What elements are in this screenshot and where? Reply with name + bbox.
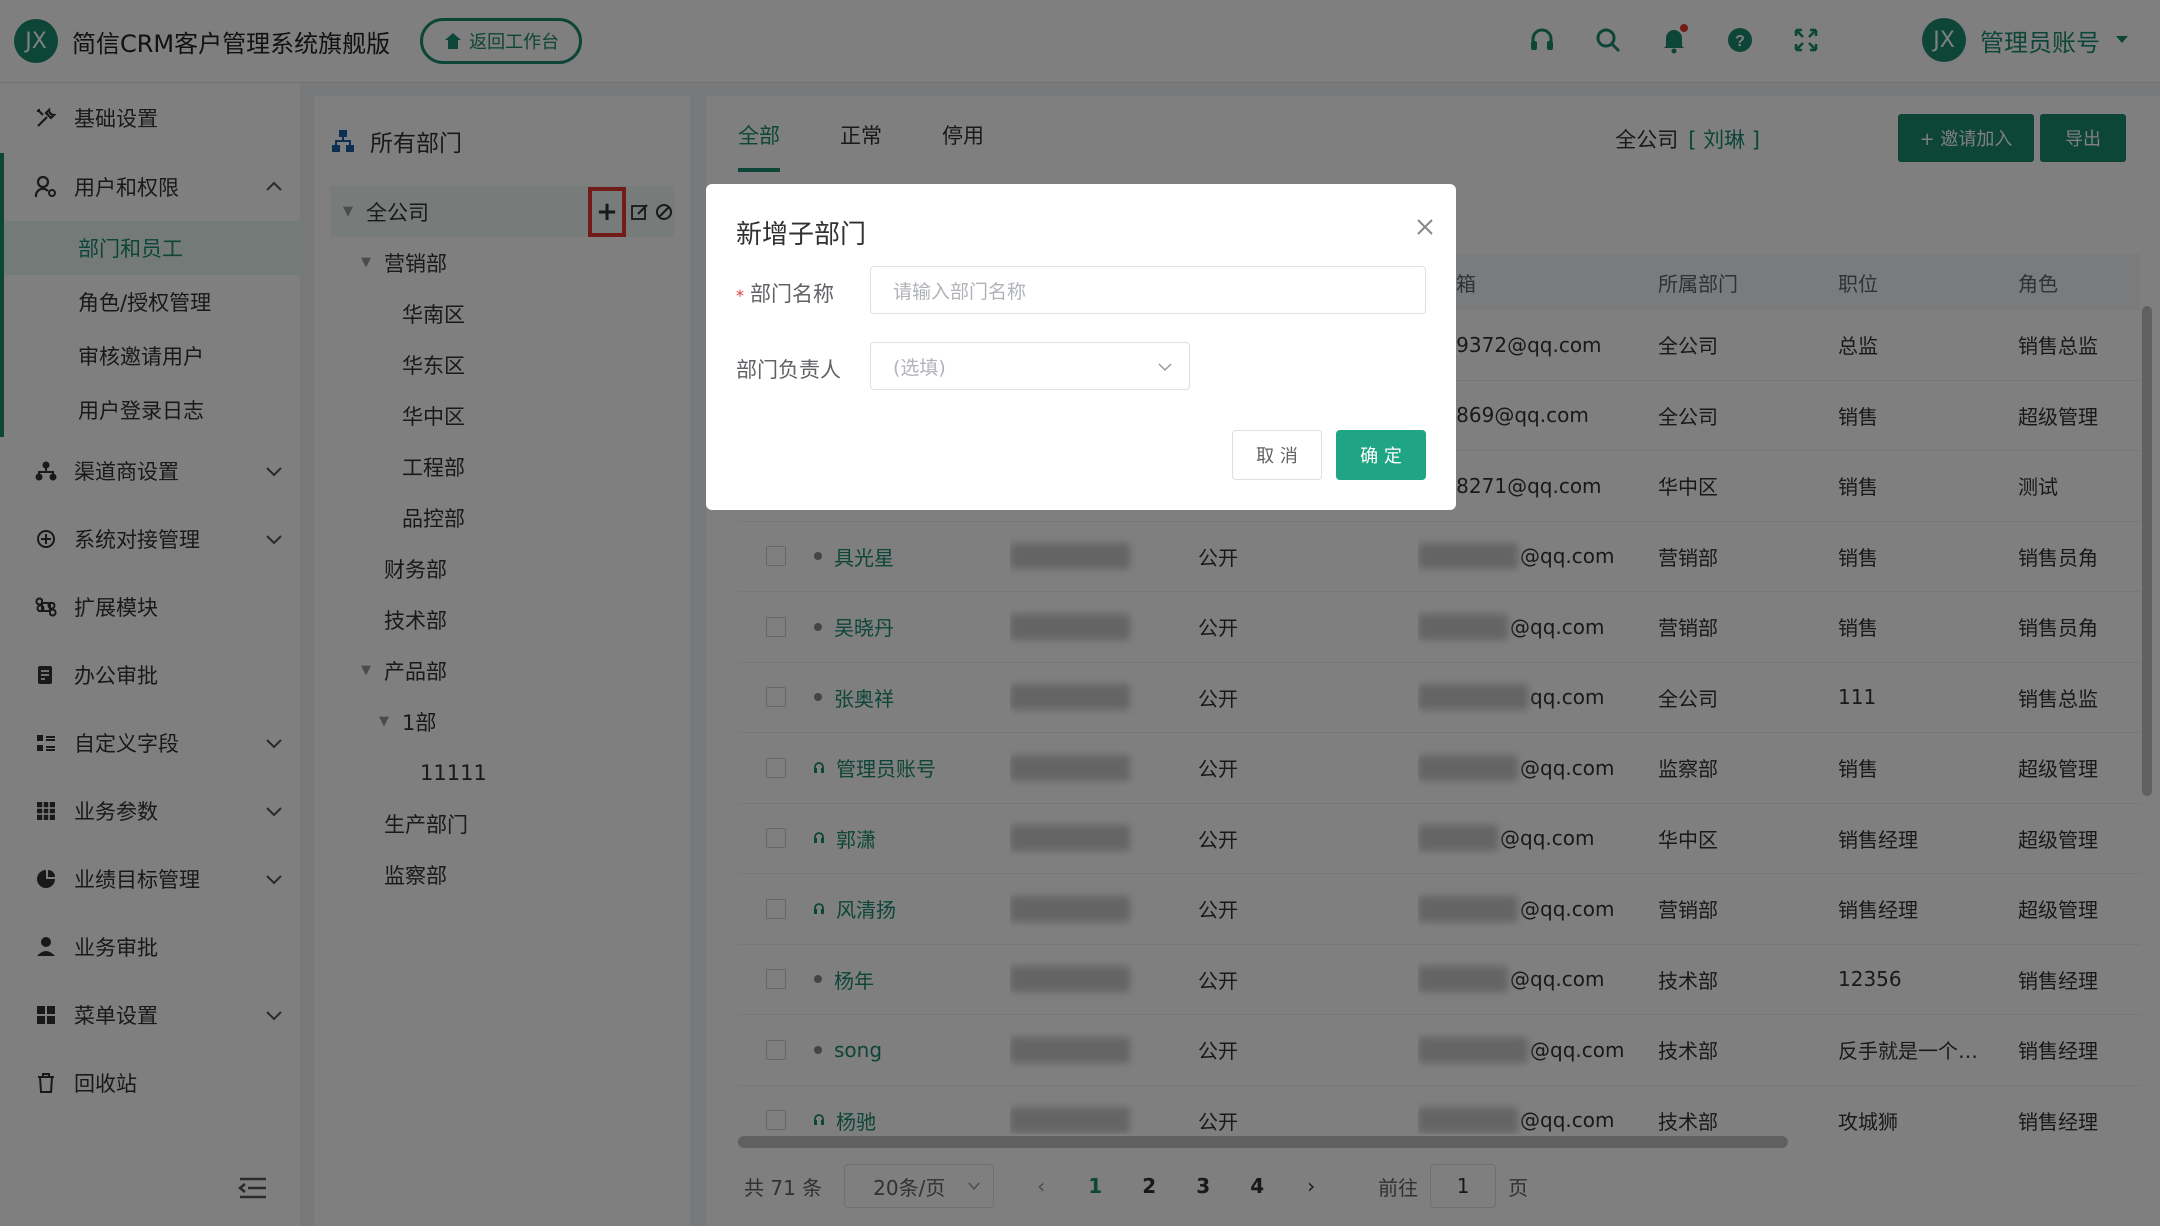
- dept-leader-select[interactable]: (选填): [870, 342, 1190, 390]
- dept-name-label-text: 部门名称: [750, 282, 834, 306]
- dept-name-label: * 部门名称: [736, 278, 834, 308]
- confirm-button[interactable]: 确 定: [1336, 430, 1426, 480]
- required-mark: *: [736, 286, 744, 305]
- dept-leader-placeholder: (选填): [893, 356, 946, 379]
- dept-leader-label: 部门负责人: [736, 358, 841, 382]
- chevron-down-icon: [1158, 363, 1172, 372]
- close-icon[interactable]: [1414, 216, 1436, 238]
- add-subdept-dialog: 新增子部门 * 部门名称 请输入部门名称 部门负责人 (选填) 取 消 确 定: [706, 184, 1456, 510]
- cancel-button[interactable]: 取 消: [1232, 430, 1322, 480]
- dept-name-input[interactable]: 请输入部门名称: [870, 266, 1426, 314]
- dialog-title: 新增子部门: [736, 220, 867, 250]
